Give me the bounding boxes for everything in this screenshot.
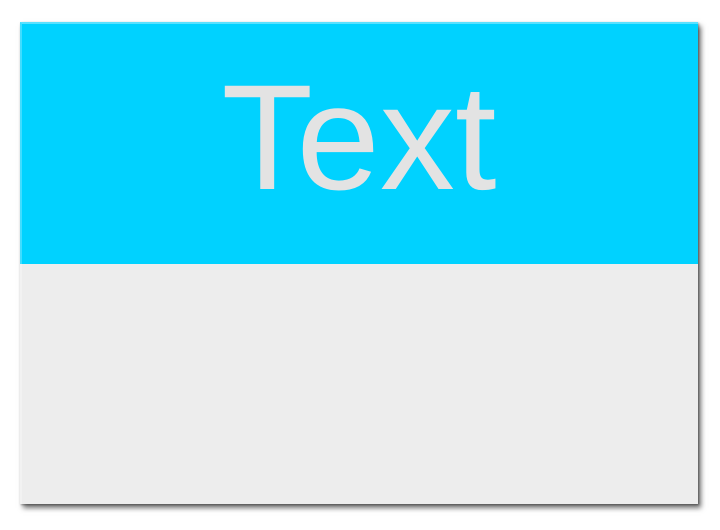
card-body [20,264,698,504]
card-header: Text [20,22,698,264]
card-header-text: Text [221,53,497,221]
text-card: Text [20,22,698,504]
